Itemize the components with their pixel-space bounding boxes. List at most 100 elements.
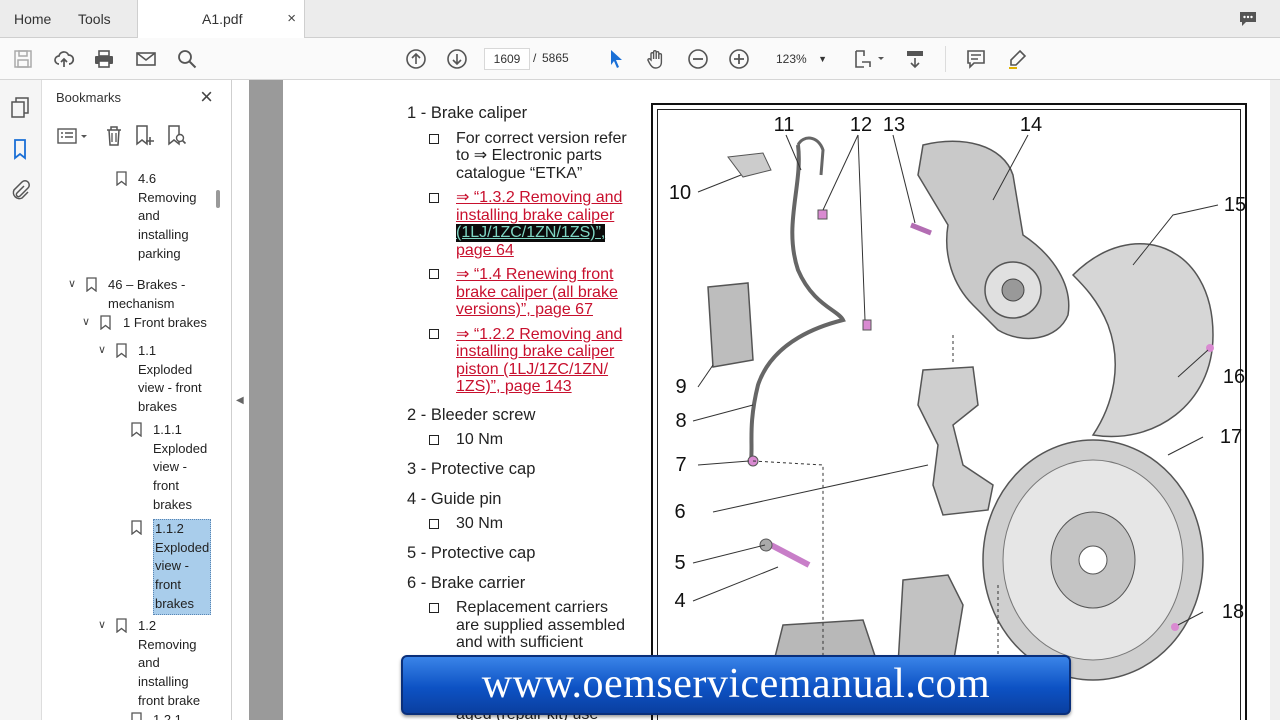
toolbar-divider (945, 46, 946, 72)
comment-icon[interactable] (964, 47, 988, 71)
callout-number: 18 (1222, 601, 1244, 623)
callout-number: 9 (675, 376, 686, 398)
navigation-rail (0, 80, 42, 720)
tab-home[interactable]: Home (14, 0, 51, 38)
delete-bookmark-icon[interactable] (102, 124, 126, 148)
bookmark-label-line: 1.1.1 (153, 422, 182, 437)
bookmark-label-line: Removing (138, 636, 197, 652)
tab-close-icon[interactable]: × (287, 0, 296, 38)
previous-page-icon[interactable] (404, 47, 428, 71)
tab-tools[interactable]: Tools (78, 0, 111, 38)
bullet-box (429, 603, 439, 613)
close-panel-icon[interactable]: × (200, 85, 213, 109)
chevron-down-icon: ▼ (818, 54, 827, 64)
bookmark-label-line: 4.6 (138, 171, 157, 186)
bookmark-label: 1.2.1 (153, 711, 210, 720)
callout-number: 15 (1224, 194, 1246, 216)
note-line: For correct version refer (456, 130, 627, 147)
bookmark-item[interactable]: ∨ 46 – Brakes - mechanism (42, 276, 212, 313)
zoom-in-icon[interactable] (727, 47, 751, 71)
next-page-icon[interactable] (445, 47, 469, 71)
link-caliper-piston[interactable]: installing brake caliper (456, 343, 614, 361)
bullet-box (429, 269, 439, 279)
print-icon[interactable] (92, 47, 116, 71)
find-bookmark-icon[interactable] (164, 124, 188, 148)
bookmark-options-icon[interactable] (56, 124, 90, 148)
bookmark-label: 4.6 Removing and installing parking (138, 170, 210, 264)
torque-value: 30 Nm (456, 515, 504, 532)
save-icon[interactable] (11, 47, 35, 71)
email-icon[interactable] (134, 47, 158, 71)
search-icon[interactable] (175, 47, 199, 71)
link-renewing-caliper[interactable]: ⇒ “1.4 Renewing front (456, 266, 613, 284)
item-bleeder-screw: 2 - Bleeder screw (407, 406, 536, 424)
bookmark-label-line: installing (138, 674, 189, 690)
scroll-mode-icon[interactable] (903, 47, 927, 71)
expand-chevron-icon[interactable]: ∨ (98, 616, 106, 635)
expand-chevron-icon[interactable]: ∨ (68, 275, 76, 294)
bookmark-label-line: brakes (153, 496, 193, 512)
bookmark-label: 1.1 Exploded view - front brakes (138, 342, 210, 417)
link-removing-caliper[interactable]: installing brake caliper (456, 207, 614, 225)
note-line: to ⇒ Electronic parts (456, 147, 602, 164)
link-highlighted-text[interactable]: (1LJ/1ZC/1ZN/1ZS)”, (456, 224, 606, 242)
zoom-level-value: 123% (776, 52, 807, 66)
bookmark-flag-icon (100, 315, 111, 330)
bookmarks-panel: Bookmarks × 4.6 Removing and installing park… (42, 80, 232, 720)
page-thumbnails-icon[interactable] (9, 96, 31, 118)
tab-bar: Home Tools A1.pdf × (0, 0, 1280, 39)
bookmarks-scrollbar[interactable] (216, 190, 220, 208)
link-caliper-piston[interactable]: ⇒ “1.2.2 Removing and (456, 326, 622, 344)
zoom-out-icon[interactable] (686, 47, 710, 71)
bookmark-label-line: 1.1.2 (155, 521, 184, 536)
page-fit-icon[interactable] (852, 47, 886, 71)
bookmark-item[interactable]: 1.1.1 Exploded view - front brakes (42, 421, 212, 515)
bookmark-item[interactable]: ∨ 1 Front brakes (42, 314, 212, 333)
callout-layer: 11 12 13 14 10 15 9 16 8 17 7 6 5 4 18 (669, 114, 1246, 623)
page-number-input[interactable]: 1609 (484, 48, 530, 70)
callout-number: 6 (674, 501, 685, 523)
bookmark-label-line: and (138, 208, 160, 224)
new-bookmark-icon[interactable] (132, 124, 156, 148)
link-renewing-caliper[interactable]: brake caliper (all brake (456, 284, 618, 302)
select-pointer-icon[interactable] (604, 47, 628, 71)
callout-number: 14 (1020, 114, 1042, 136)
bookmark-item[interactable]: 1.2.1 (42, 711, 212, 720)
pdf-reader-window: Home Tools A1.pdf × 1609 / 5865 123% ▼ B… (0, 0, 1280, 720)
bookmark-item[interactable]: 4.6 Removing and installing parking (42, 170, 212, 264)
bookmark-flag-icon (116, 171, 127, 186)
bookmark-label-line: brakes (155, 595, 195, 611)
callout-number: 17 (1220, 426, 1242, 448)
bookmarks-panel-icon[interactable] (9, 138, 31, 160)
collapse-panel-arrow-icon[interactable]: ◀ (236, 395, 244, 406)
callout-number: 10 (669, 182, 691, 204)
hand-tool-icon[interactable] (644, 47, 668, 71)
upload-cloud-icon[interactable] (52, 47, 76, 71)
expand-chevron-icon[interactable]: ∨ (82, 313, 90, 332)
bookmark-label-line: 1.2 (138, 618, 157, 633)
note-line: catalogue “ETKA” (456, 165, 583, 182)
link-renewing-caliper[interactable]: versions)”, page 67 (456, 301, 593, 319)
note-line: are supplied assembled (456, 617, 625, 634)
bookmark-label-line: front brake (138, 692, 201, 708)
bookmark-flag-icon (116, 618, 127, 633)
attachments-icon[interactable] (9, 180, 31, 202)
link-caliper-piston[interactable]: 1ZS)”, page 143 (456, 378, 572, 396)
bookmark-item[interactable]: ∨ 1.2 Removing and installing front brake (42, 617, 212, 711)
callout-number: 7 (675, 454, 686, 476)
zoom-level-select[interactable]: 123% ▼ (763, 48, 833, 70)
link-page-64[interactable]: page 64 (456, 242, 514, 260)
item-protective-cap: 5 - Protective cap (407, 544, 536, 562)
highlight-pen-icon[interactable] (1005, 47, 1029, 71)
item-guide-pin: 4 - Guide pin (407, 490, 502, 508)
expand-chevron-icon[interactable]: ∨ (98, 341, 106, 360)
link-removing-caliper[interactable]: ⇒ “1.3.2 Removing and (456, 189, 622, 207)
bookmarks-panel-title: Bookmarks (56, 90, 122, 105)
link-caliper-piston[interactable]: piston (1LJ/1ZC/1ZN/ (456, 361, 608, 379)
bookmark-item[interactable]: ∨ 1.1 Exploded view - front brakes (42, 342, 212, 417)
bookmark-label-line: Removing (138, 189, 197, 205)
tab-document[interactable]: A1.pdf × (137, 0, 305, 39)
bookmark-item[interactable]: 1.1.2 Exploded view - front brakes (42, 519, 212, 615)
comment-panel-icon[interactable] (1238, 10, 1258, 28)
document-scrollbar[interactable] (1270, 80, 1280, 720)
